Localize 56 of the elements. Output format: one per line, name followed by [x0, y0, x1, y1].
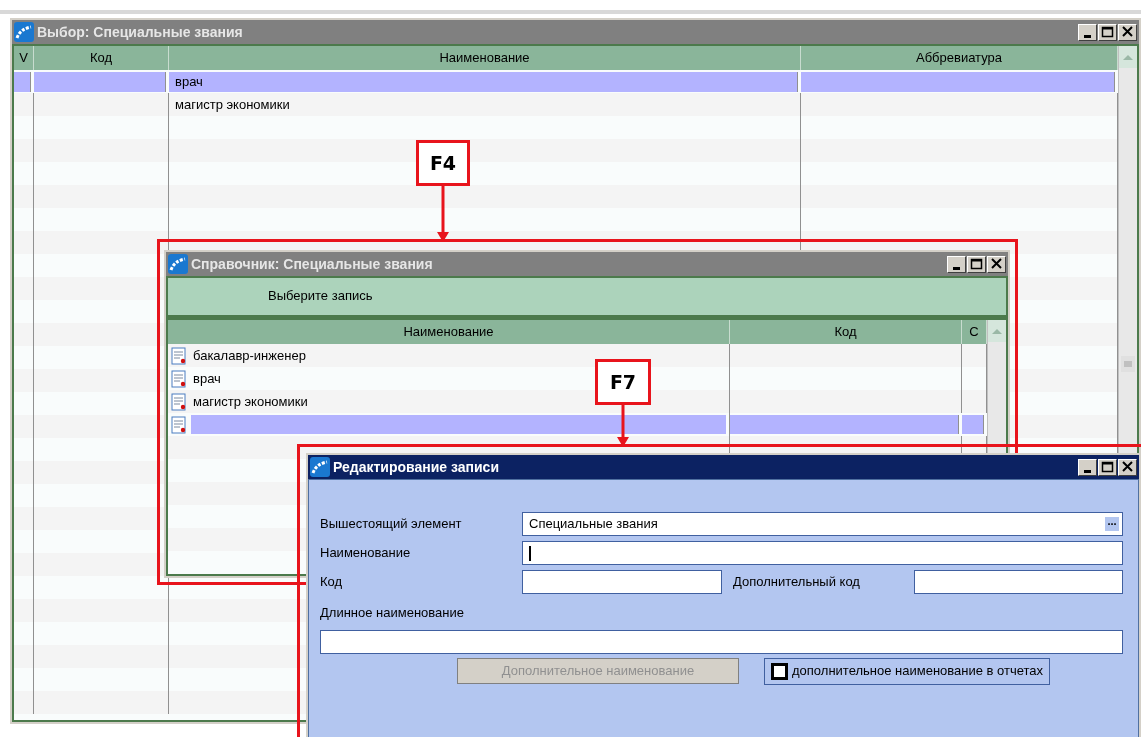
table-cell-text: бакалавр-инженер [192, 346, 306, 365]
window-title: Редактирование записи [333, 457, 500, 477]
prompt-text: Выберите запись [166, 276, 1008, 318]
field-label: Длинное наименование [320, 604, 464, 623]
input-field[interactable] [320, 630, 1123, 654]
window-title: Выбор: Специальные звания [37, 22, 244, 42]
maximize-icon [970, 258, 983, 270]
app-icon [14, 22, 34, 42]
callout-label: F4 [416, 140, 470, 186]
maximize-icon [1101, 26, 1114, 38]
close-button[interactable] [1118, 23, 1137, 41]
selected-cell[interactable] [962, 415, 984, 434]
input-field[interactable]: Специальные звания ... [522, 512, 1123, 536]
callout-label: F7 [595, 359, 651, 405]
arrow [617, 405, 629, 447]
selected-cell[interactable] [801, 72, 1115, 92]
minimize-icon [953, 266, 960, 270]
minimize-button[interactable] [1078, 458, 1097, 476]
close-icon [1121, 26, 1134, 38]
checkbox-control[interactable]: дополнительное наименование в отчетах [764, 657, 1051, 685]
up-arrow-icon [991, 327, 1003, 335]
checkbox[interactable] [771, 662, 788, 680]
field-label: Код [320, 573, 344, 592]
minimize-icon [1084, 469, 1091, 473]
app-icon [168, 254, 188, 274]
up-arrow-icon [1122, 53, 1134, 61]
selected-cell[interactable] [191, 415, 726, 434]
close-icon [990, 258, 1003, 270]
input-field[interactable] [522, 570, 722, 594]
selected-cell[interactable] [14, 72, 31, 92]
minimize-button[interactable] [947, 255, 966, 273]
minimize-icon [1084, 34, 1091, 38]
app-icon [310, 457, 330, 477]
field-value: Специальные звания [529, 515, 659, 534]
close-icon [1121, 461, 1134, 473]
table-cell: врач [169, 72, 798, 92]
browse-button[interactable]: ... [1105, 517, 1119, 531]
field-label: Дополнительный код [733, 573, 861, 592]
table-cell-text: врач [192, 369, 221, 388]
maximize-button[interactable] [1098, 458, 1117, 476]
close-button[interactable] [1118, 458, 1137, 476]
selected-cell[interactable] [34, 72, 166, 92]
close-button[interactable] [987, 255, 1006, 273]
minimize-button[interactable] [1078, 23, 1097, 41]
window-title: Справочник: Специальные звания [191, 254, 434, 274]
field-label: Вышестоящий элемент [320, 515, 463, 534]
input-field[interactable] [522, 541, 1123, 565]
field-label: Наименование [320, 544, 412, 563]
maximize-button[interactable] [967, 255, 986, 273]
table-cell-text: магистр экономики [192, 392, 308, 411]
input-field[interactable] [914, 570, 1123, 594]
scroll-thumb[interactable] [1121, 356, 1135, 372]
maximize-button[interactable] [1098, 23, 1117, 41]
checkbox-label: дополнительное наименование в отчетах [792, 662, 1044, 681]
maximize-icon [1101, 461, 1114, 473]
selected-cell[interactable] [730, 415, 959, 434]
